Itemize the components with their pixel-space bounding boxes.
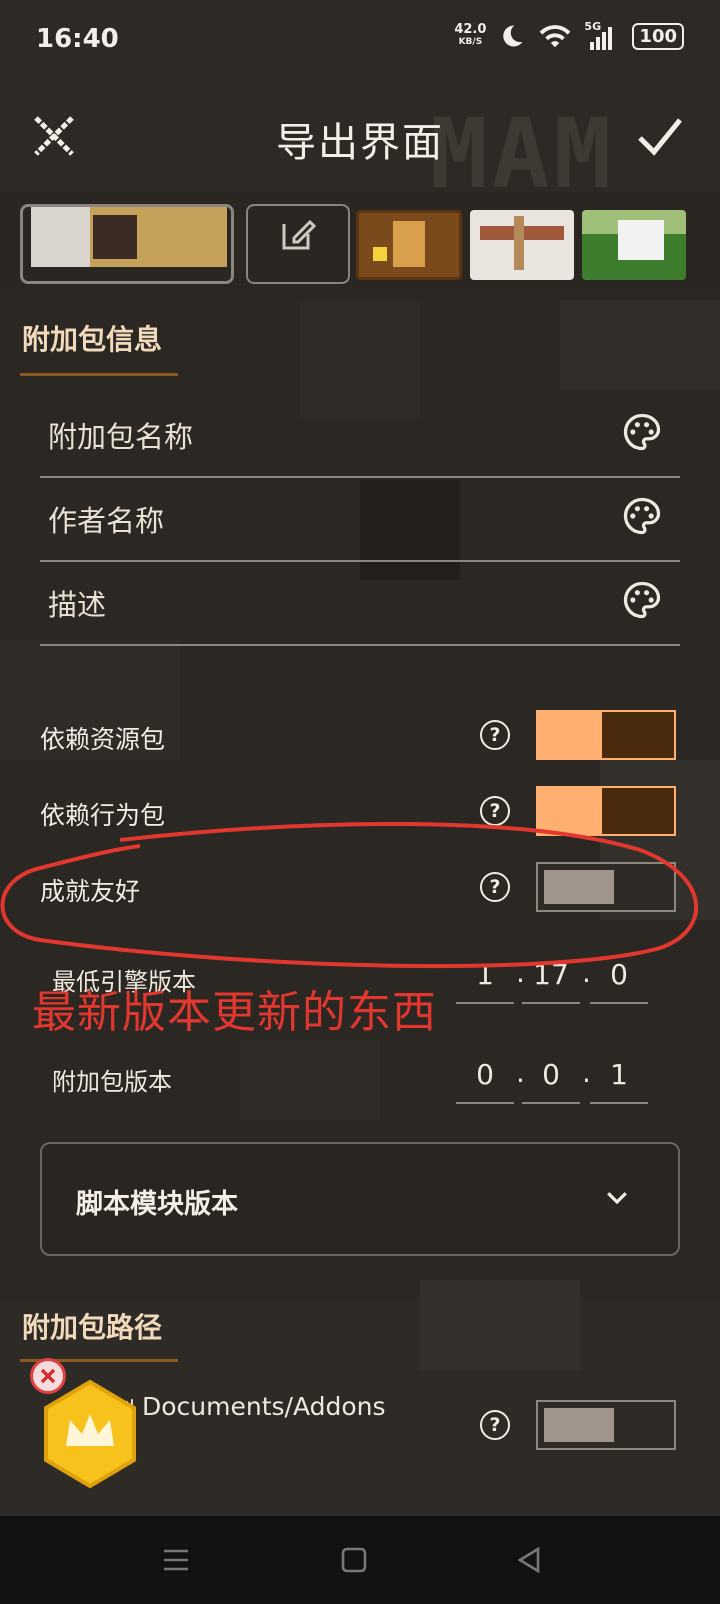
nav-home-button[interactable] [334, 1540, 374, 1580]
toggle-knob [544, 1408, 614, 1442]
palette-icon[interactable] [620, 578, 664, 622]
close-icon [40, 1368, 56, 1384]
system-nav-bar [0, 1516, 720, 1604]
addon-version-minor[interactable]: 0 [522, 1058, 580, 1104]
palette-icon[interactable] [620, 494, 664, 538]
annotation-text: 最新版本更新的东西 [32, 987, 437, 1038]
palette-icon[interactable] [620, 410, 664, 454]
crown-badge-icon [44, 1379, 136, 1489]
signal-bars-icon [590, 27, 613, 50]
vip-badge-floating[interactable] [40, 1378, 140, 1490]
help-icon[interactable]: ? [480, 720, 510, 750]
pack-icon-totem[interactable] [356, 210, 462, 280]
top-app-bar: MAM 导出界面 [0, 80, 720, 192]
close-badge-button[interactable] [30, 1358, 66, 1394]
back-triangle-icon [517, 1546, 540, 1574]
nav-menu-button[interactable] [156, 1540, 196, 1580]
section-underline [20, 373, 178, 376]
edit-icon-button[interactable] [246, 204, 350, 284]
toggle-label: 依赖资源包 [40, 725, 166, 754]
nav-back-button[interactable] [510, 1540, 550, 1580]
menu-icon [164, 1549, 188, 1571]
addon-name-field[interactable]: 附加包名称 [40, 392, 680, 478]
check-icon [638, 118, 682, 156]
description-placeholder: 描述 [48, 588, 107, 622]
status-time: 16:40 [36, 24, 119, 54]
description-field[interactable]: 描述 [40, 560, 680, 646]
toggle-row-resource-pack: 依赖资源包 ? [40, 710, 680, 764]
pack-icon-selected[interactable] [20, 204, 234, 284]
section-title-addon-info: 附加包信息 [22, 323, 163, 356]
toggle-switch[interactable] [536, 1400, 676, 1450]
edit-icon [282, 219, 317, 250]
moon-icon [503, 25, 523, 47]
toggle-switch[interactable] [536, 710, 676, 760]
pack-icon-stand[interactable] [470, 210, 574, 280]
cell-signal: 5G [584, 20, 620, 50]
dropdown-label: 脚本模块版本 [76, 1189, 238, 1220]
author-name-field[interactable]: 作者名称 [40, 476, 680, 562]
net-speed-unit: KB/S [458, 37, 483, 47]
script-module-dropdown[interactable]: 脚本模块版本 [40, 1142, 680, 1256]
chevron-down-icon [607, 1192, 627, 1205]
addon-name-placeholder: 附加包名称 [48, 420, 194, 454]
status-bar: 16:40 42.0 KB/S 5G 100 [0, 0, 720, 80]
addon-version-label: 附加包版本 [52, 1068, 172, 1096]
addon-version-major[interactable]: 0 [456, 1058, 514, 1104]
help-icon[interactable]: ? [480, 1410, 510, 1440]
net-speed-value: 42.0 [454, 22, 487, 37]
home-square-icon [341, 1547, 367, 1573]
page-title: 导出界面 [276, 120, 444, 166]
confirm-button[interactable] [630, 106, 690, 166]
annotation-ellipse [0, 821, 698, 969]
addon-version-patch[interactable]: 1 [590, 1058, 648, 1104]
section-title-addon-path: 附加包路径 [22, 1311, 163, 1344]
pack-icon-strip [0, 204, 720, 284]
wifi-icon [540, 25, 571, 48]
pack-icon-landscape[interactable] [582, 210, 686, 280]
status-icons: 42.0 KB/S 5G 100 [454, 20, 684, 50]
toggle-knob [602, 712, 674, 758]
author-name-placeholder: 作者名称 [48, 504, 165, 538]
net-speed: 42.0 KB/S [454, 23, 486, 49]
battery-indicator: 100 [632, 22, 684, 50]
